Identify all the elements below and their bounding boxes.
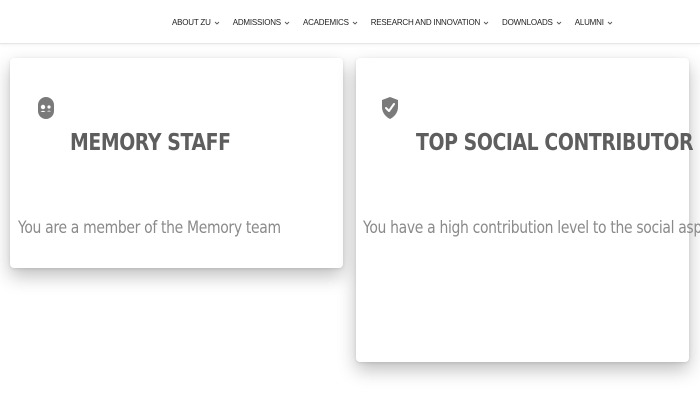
chevron-down-icon xyxy=(483,21,489,25)
badge-card-memory-staff: MEMORY STAFF You are a member of the Mem… xyxy=(10,58,343,268)
memory-staff-icon xyxy=(38,97,54,119)
main-nav: ABOUT ZU ADMISSIONS ACADEMICS RESEARCH A… xyxy=(172,18,613,27)
nav-item-alumni[interactable]: ALUMNI xyxy=(575,18,613,27)
nav-item-downloads[interactable]: DOWNLOADS xyxy=(502,18,562,27)
nav-item-label: RESEARCH AND INNOVATION xyxy=(370,18,481,27)
badge-description: You have a high contribution level to th… xyxy=(363,218,700,238)
nav-item-about-zu[interactable]: ABOUT ZU xyxy=(172,18,220,27)
nav-item-label: ACADEMICS xyxy=(302,18,349,27)
nav-item-admissions[interactable]: ADMISSIONS xyxy=(233,18,290,27)
top-navigation-bar: ABOUT ZU ADMISSIONS ACADEMICS RESEARCH A… xyxy=(0,0,700,44)
shield-check-icon xyxy=(382,97,398,119)
badge-title: MEMORY STAFF xyxy=(70,130,231,156)
chevron-down-icon xyxy=(284,21,290,25)
nav-item-research-and-innovation[interactable]: RESEARCH AND INNOVATION xyxy=(371,18,489,27)
badge-description: You are a member of the Memory team xyxy=(18,218,281,238)
nav-item-label: ALUMNI xyxy=(574,18,604,27)
chevron-down-icon xyxy=(607,21,613,25)
nav-item-academics[interactable]: ACADEMICS xyxy=(303,18,358,27)
nav-item-label: DOWNLOADS xyxy=(502,18,553,27)
badge-title: TOP SOCIAL CONTRIBUTOR xyxy=(416,130,694,156)
nav-item-label: ABOUT ZU xyxy=(172,18,211,27)
chevron-down-icon xyxy=(214,21,220,25)
badge-card-top-social-contributor: TOP SOCIAL CONTRIBUTOR You have a high c… xyxy=(356,58,700,362)
nav-item-label: ADMISSIONS xyxy=(232,18,281,27)
chevron-down-icon xyxy=(352,21,358,25)
chevron-down-icon xyxy=(556,21,562,25)
